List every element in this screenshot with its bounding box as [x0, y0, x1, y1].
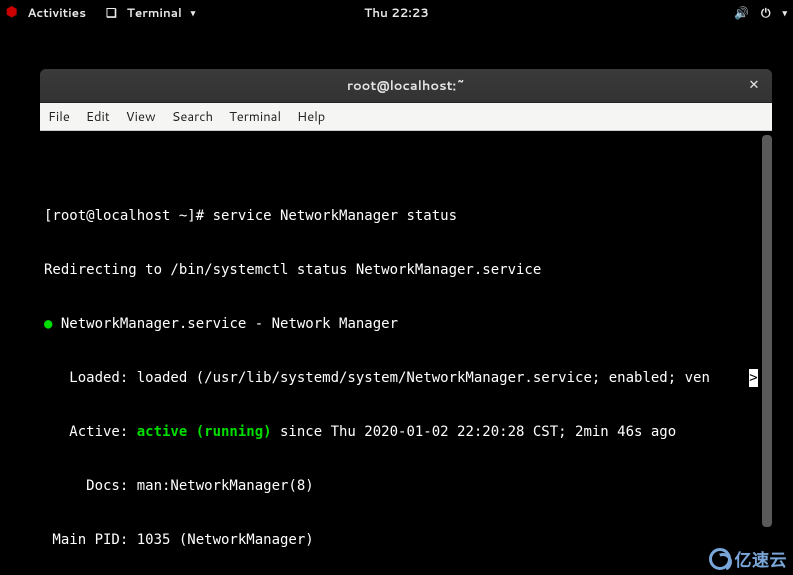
- terminal-app-icon[interactable]: ❏: [106, 4, 117, 21]
- system-menu-arrow-icon[interactable]: ▾: [782, 6, 787, 19]
- gnome-topbar: ⬢ Activities ❏ Terminal ▾ Thu 22:23 🔊 ⏻ …: [0, 0, 793, 24]
- terminal-body[interactable]: [root@localhost ~]# service NetworkManag…: [40, 131, 772, 559]
- scrollbar[interactable]: [762, 135, 772, 527]
- topbar-right: 🔊 ⏻ ▾: [734, 4, 787, 21]
- power-icon[interactable]: ⏻: [761, 4, 771, 21]
- activities-button[interactable]: Activities: [27, 4, 86, 21]
- app-label[interactable]: Terminal: [127, 4, 182, 21]
- volume-icon[interactable]: 🔊: [734, 4, 749, 21]
- prompt-line: [root@localhost ~]# service NetworkManag…: [44, 207, 768, 225]
- redirect-line: Redirecting to /bin/systemctl status Net…: [44, 261, 768, 279]
- menu-help[interactable]: Help: [297, 108, 325, 126]
- mainpid-line: Main PID: 1035 (NetworkManager): [44, 531, 768, 549]
- unit-line: ● NetworkManager.service - Network Manag…: [44, 315, 768, 333]
- watermark-text: 亿速云: [735, 546, 788, 571]
- window-title: root@localhost:~: [347, 77, 465, 95]
- menu-file[interactable]: File: [48, 108, 70, 126]
- menu-search[interactable]: Search: [172, 108, 213, 126]
- clock[interactable]: Thu 22:23: [364, 4, 429, 21]
- watermark: 亿速云: [709, 546, 788, 571]
- redhat-icon: ⬢: [6, 3, 17, 21]
- app-menu-arrow-icon[interactable]: ▾: [191, 6, 196, 19]
- menu-edit[interactable]: Edit: [86, 108, 110, 126]
- terminal-window: root@localhost:~ ✕ File Edit View Search…: [40, 69, 772, 559]
- menubar: File Edit View Search Terminal Help: [40, 103, 772, 131]
- close-button[interactable]: ✕: [744, 75, 764, 95]
- docs-line: Docs: man:NetworkManager(8): [44, 477, 768, 495]
- menu-terminal[interactable]: Terminal: [229, 108, 281, 126]
- topbar-left: ⬢ Activities ❏ Terminal ▾: [6, 3, 195, 21]
- loaded-line: Loaded: loaded (/usr/lib/systemd/system/…: [44, 369, 768, 387]
- active-line: Active: active (running) since Thu 2020-…: [44, 423, 768, 441]
- watermark-logo-icon: [709, 548, 731, 570]
- menu-view[interactable]: View: [126, 108, 156, 126]
- overflow-marker: >: [749, 369, 758, 387]
- window-titlebar[interactable]: root@localhost:~ ✕: [40, 69, 772, 103]
